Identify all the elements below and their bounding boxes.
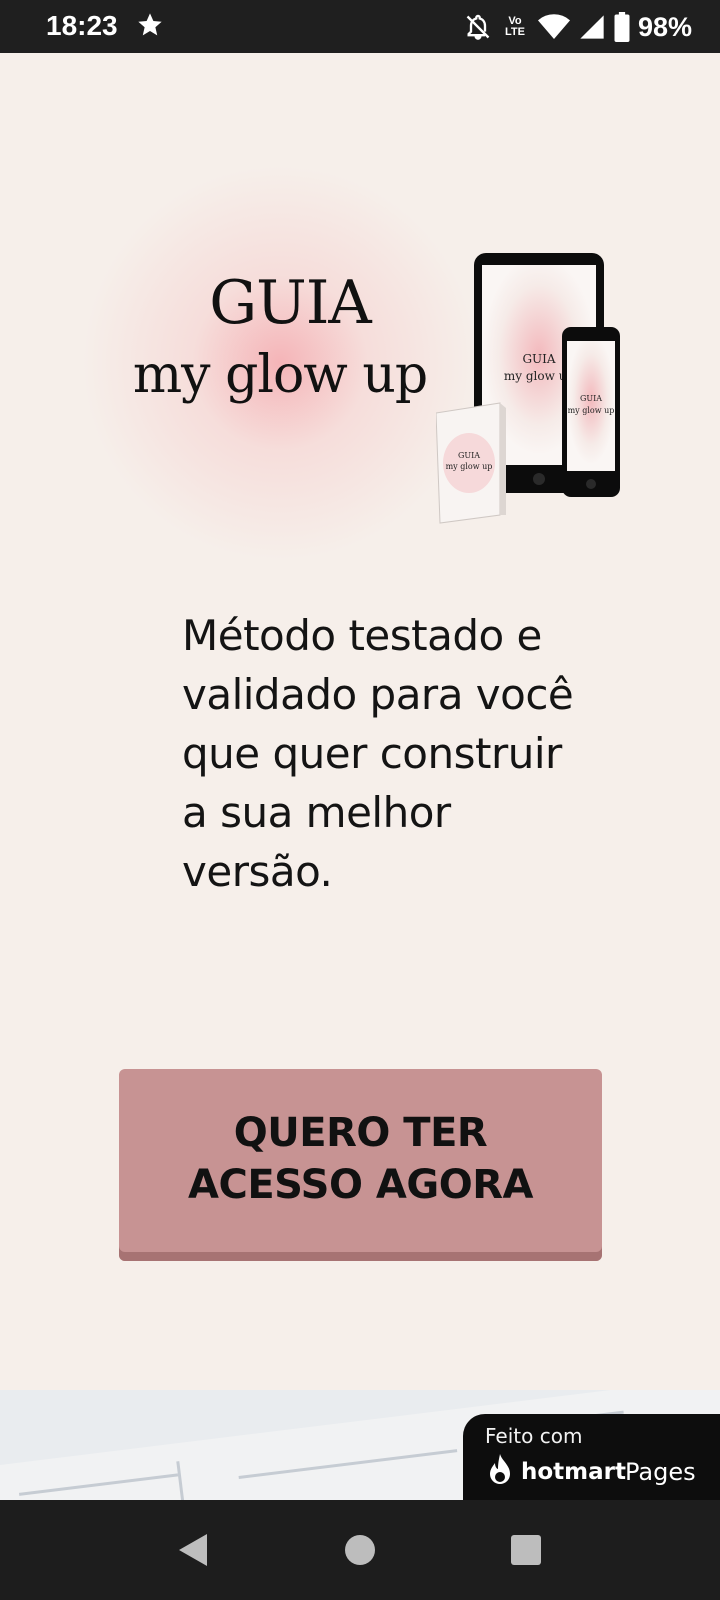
access-now-button[interactable]: QUERO TER ACESSO AGORA — [119, 1069, 602, 1261]
status-bar: 18:23 Vo LTE 98% — [0, 0, 720, 53]
status-icons: Vo LTE 98% — [464, 8, 692, 46]
bell-off-icon — [466, 14, 490, 40]
home-icon — [345, 1535, 375, 1565]
recents-button[interactable] — [506, 1530, 546, 1570]
svg-text:GUIA: GUIA — [580, 394, 602, 403]
signal-icon — [580, 15, 604, 39]
hotmart-brand: hotmart — [521, 1459, 626, 1485]
recents-icon — [511, 1535, 541, 1565]
hero-headline: Método testado e validado para você que … — [182, 611, 574, 896]
volte-icon: Vo LTE — [504, 15, 525, 38]
svg-text:GUIA: GUIA — [458, 451, 480, 460]
home-button[interactable] — [340, 1530, 380, 1570]
hotmart-flame-icon — [490, 1454, 510, 1484]
status-time: 18:23 — [46, 10, 118, 41]
svg-text:my glow up: my glow up — [446, 462, 493, 471]
product-mockup-image: GUIA my glow up GUIA my glow up GUIA my … — [436, 253, 620, 524]
battery-icon — [614, 12, 630, 42]
battery-percent: 98% — [637, 11, 692, 42]
pages-label: Pages — [625, 1458, 696, 1486]
system-nav-bar — [0, 1500, 720, 1600]
logo-title: GUIA — [209, 268, 372, 338]
hero-section: GUIA my glow up GUIA my glow up GUIA my … — [0, 53, 720, 1390]
hotmart-pages-badge[interactable]: Feito com hotmart Pages — [463, 1414, 720, 1500]
wifi-icon — [537, 14, 570, 39]
cta-label: QUERO TER ACESSO AGORA — [188, 1110, 533, 1208]
svg-text:GUIA: GUIA — [522, 352, 555, 366]
back-icon — [179, 1534, 207, 1566]
logo-subtitle: my glow up — [132, 345, 428, 405]
svg-text:my glow up: my glow up — [568, 406, 615, 415]
star-icon — [138, 13, 162, 36]
back-button[interactable] — [172, 1530, 212, 1570]
made-with-label: Feito com — [485, 1424, 583, 1448]
